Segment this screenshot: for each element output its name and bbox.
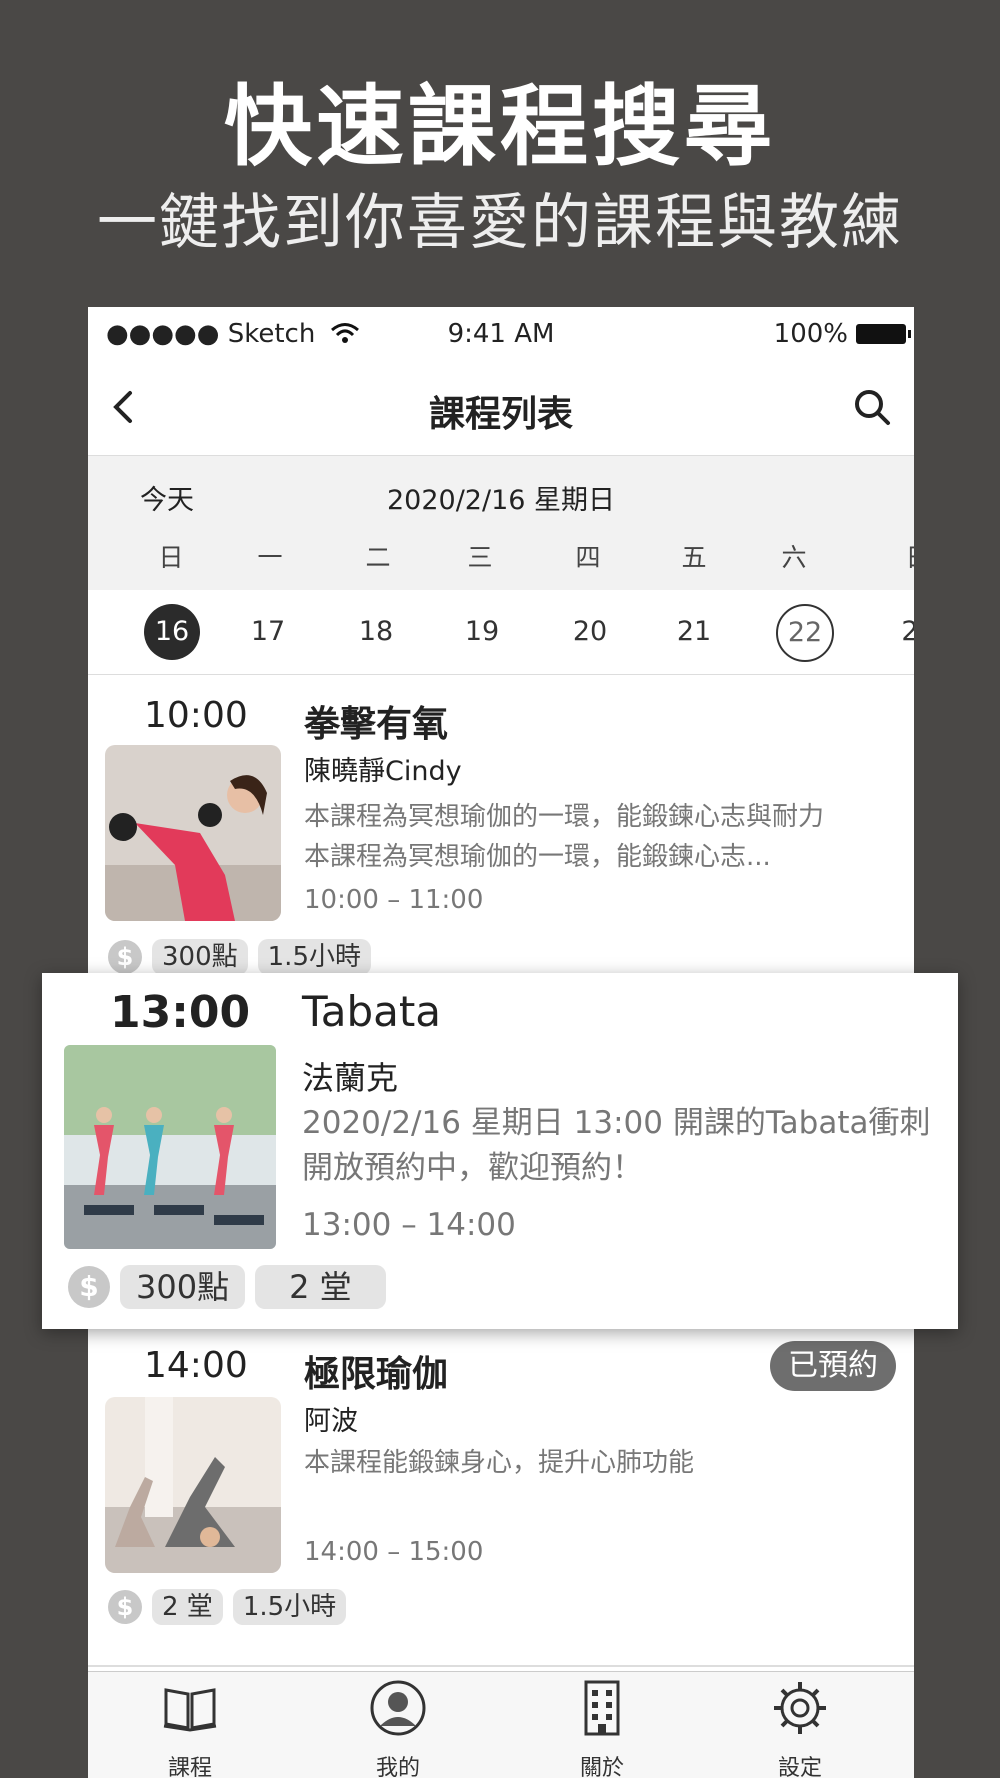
course-timeslot: 14:00 – 15:00 [304, 1537, 484, 1567]
sessions-tag: 2 堂 [152, 1589, 223, 1625]
course-tags: $ 2 堂 1.5小時 [108, 1589, 347, 1625]
course-time: 13:00 [110, 987, 251, 1038]
course-thumbnail [64, 1045, 276, 1249]
day-cell[interactable]: 20 [562, 604, 618, 660]
weekday-label: 二 [365, 543, 391, 572]
building-icon [584, 1680, 620, 1736]
course-name: Tabata [302, 987, 442, 1036]
user-icon [370, 1680, 426, 1736]
tab-label: 設定 [777, 1756, 822, 1778]
day-cell[interactable]: 17 [240, 604, 296, 660]
tab-label: 關於 [579, 1756, 624, 1778]
day-cell[interactable]: 18 [348, 604, 404, 660]
day-cell[interactable]: 2 [882, 604, 914, 660]
battery-icon [856, 324, 911, 344]
weekday-label: 日 [158, 543, 184, 572]
course-thumbnail [105, 745, 281, 921]
course-coach: 阿波 [304, 1406, 358, 1437]
calendar-days: 16 17 18 19 20 21 22 2 [88, 590, 914, 676]
course-thumbnail [105, 1397, 281, 1573]
tab-label: 我的 [375, 1756, 420, 1778]
weekday-label: 五 [681, 543, 707, 572]
booked-badge: 已預約 [770, 1341, 896, 1391]
course-description: 2020/2/16 星期日 13:00 開課的Tabata衝刺 開放預約中，歡迎… [302, 1105, 931, 1186]
course-tags: $ 300點 1.5小時 [108, 939, 371, 975]
boxing-photo [105, 745, 281, 921]
course-timeslot: 13:00 – 14:00 [302, 1207, 516, 1243]
gear-icon [774, 1682, 826, 1734]
step-class-photo [64, 1045, 276, 1249]
day-cell[interactable]: 21 [666, 604, 722, 660]
hero-title: 快速課程搜尋 [223, 75, 776, 178]
coin-icon: $ [108, 1590, 142, 1624]
weekday-label: 一 [257, 543, 283, 572]
tab-about[interactable]: 關於 [542, 1678, 662, 1778]
weekday-label: 日 [888, 538, 914, 574]
nav-bar: 課程列表 [88, 359, 914, 456]
tab-settings[interactable]: 設定 [740, 1678, 860, 1778]
weekday-label: 四 [575, 543, 601, 572]
course-name: 極限瑜伽 [304, 1354, 449, 1395]
points-tag: 300點 [120, 1265, 246, 1309]
yoga-photo [105, 1397, 281, 1573]
day-cell-selected[interactable]: 16 [144, 604, 200, 660]
hero-subtitle: 一鍵找到你喜愛的課程與教練 [97, 188, 903, 258]
course-coach: 法蘭克 [302, 1059, 399, 1097]
tab-bar: 課程 我的 關於 設定 [88, 1671, 914, 1778]
weekday-label: 三 [467, 543, 493, 572]
course-description: 本課程能鍛鍊身心，提升心肺功能 [304, 1448, 695, 1478]
search-icon[interactable] [852, 385, 892, 429]
tab-courses[interactable]: 課程 [130, 1678, 250, 1778]
sessions-tag: 2 堂 [255, 1265, 386, 1309]
tab-mine[interactable]: 我的 [338, 1678, 458, 1778]
page-title: 課程列表 [428, 394, 573, 435]
course-tags: $ 300點 2 堂 [68, 1265, 386, 1309]
coin-icon: $ [108, 940, 142, 974]
points-tag: 300點 [152, 939, 248, 975]
highlighted-course-card[interactable]: 13:00 Tabata 法蘭克 2020/2/16 星期日 13:00 開課的… [42, 973, 958, 1329]
day-cell[interactable]: 19 [454, 604, 510, 660]
course-name: 拳擊有氧 [304, 704, 449, 745]
day-cell-today[interactable]: 22 [776, 604, 834, 662]
book-icon [163, 1688, 217, 1732]
calendar-header: 今天 2020/2/16 星期日 日 一 二 三 四 五 六 日 [88, 456, 914, 590]
course-time: 14:00 [144, 1345, 248, 1386]
course-time: 10:00 [144, 695, 248, 736]
course-timeslot: 10:00 – 11:00 [304, 885, 484, 915]
course-coach: 陳曉靜Cindy [304, 756, 462, 787]
status-bar: ●●●●● Sketch 9:41 AM 100% [88, 307, 914, 359]
current-date: 2020/2/16 星期日 [386, 485, 616, 516]
weekday-label: 六 [781, 543, 807, 572]
course-card[interactable]: 14:00 極限瑜伽 已預約 阿波 本課程能鍛鍊身心，提升心肺功能 14:00 … [88, 1327, 914, 1667]
duration-tag: 1.5小時 [257, 939, 371, 975]
battery-indicator: 100% [774, 319, 911, 349]
tab-label: 課程 [167, 1756, 212, 1778]
duration-tag: 1.5小時 [232, 1589, 347, 1625]
course-description: 本課程為冥想瑜伽的一環，能鍛鍊心志與耐力 本課程為冥想瑜伽的一環，能鍛鍊心志..… [304, 802, 825, 872]
coin-icon: $ [68, 1266, 110, 1308]
